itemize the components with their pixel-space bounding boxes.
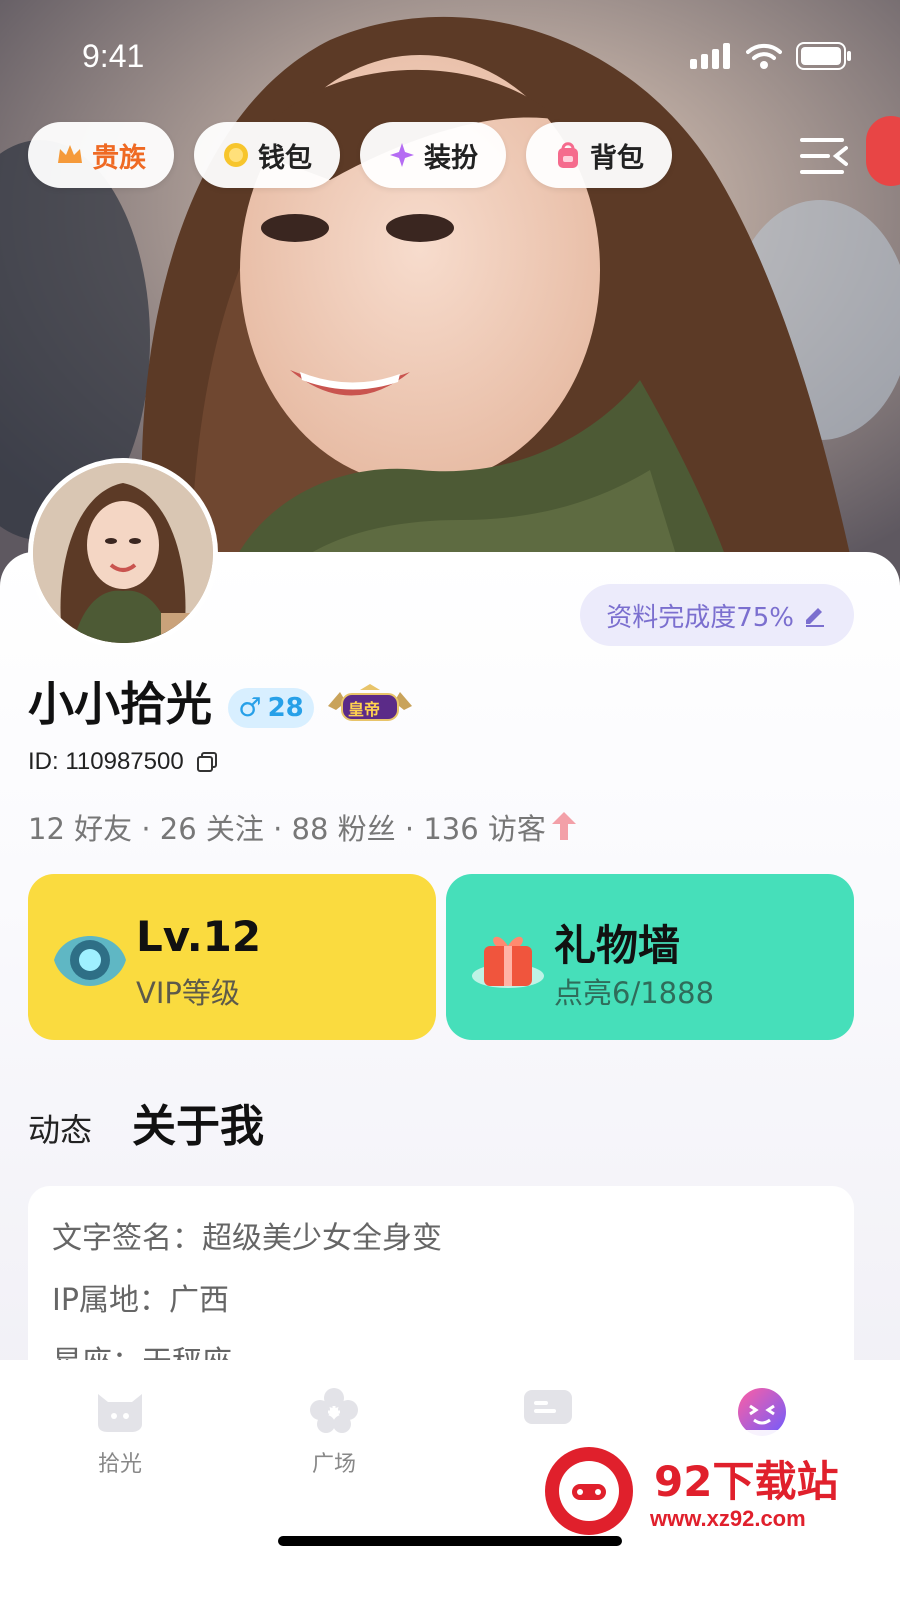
tab-about[interactable]: 关于我 xyxy=(132,1090,264,1154)
sparkle-icon xyxy=(390,143,414,167)
dressup-button[interactable]: 装扮 xyxy=(360,122,506,188)
status-time: 9:41 xyxy=(82,38,145,74)
signal-icon xyxy=(690,43,730,69)
flower-icon xyxy=(310,1388,358,1433)
status-icons xyxy=(690,42,852,70)
tabbar-item-shiguang[interactable]: 拾光 xyxy=(60,1386,180,1478)
social-stats[interactable]: 12 好友 · 26 关注 · 88 粉丝 · 136 访客 xyxy=(28,806,578,848)
social-stats-text: 12 好友 · 26 关注 · 88 粉丝 · 136 访客 xyxy=(28,812,546,846)
arrow-up-icon xyxy=(551,812,576,840)
tabbar-label-shiguang: 拾光 xyxy=(97,1452,142,1477)
vip-level-subtitle: VIP等级 xyxy=(136,976,240,1010)
gift-wall-card[interactable]: 礼物墙 点亮6/1888 xyxy=(446,874,854,1040)
gender-icon: ♂ xyxy=(238,693,262,723)
wallet-label: 钱包 xyxy=(258,142,312,174)
user-id: ID: 110987500 xyxy=(28,748,184,775)
about-signature: 文字签名：超级美少女全身变 xyxy=(52,1221,442,1256)
vip-level-title: Lv.12 xyxy=(136,912,262,961)
noble-label: 贵族 xyxy=(92,142,146,174)
watermark-url: www.xz92.com xyxy=(650,1506,806,1531)
avatar-illustration xyxy=(33,463,213,643)
backpack-icon xyxy=(558,142,578,168)
backpack-button[interactable]: 背包 xyxy=(526,122,672,188)
gift-wall-subtitle: 点亮6/1888 xyxy=(554,976,715,1010)
battery-icon xyxy=(796,42,851,70)
site-watermark: 92下载站 www.xz92.com xyxy=(512,1430,900,1550)
backpack-label: 背包 xyxy=(590,142,644,174)
coin-icon xyxy=(224,143,248,167)
top-shortcuts: 贵族 钱包 装扮 背包 xyxy=(28,122,672,188)
tabbar-item-message[interactable] xyxy=(488,1386,608,1434)
noble-button[interactable]: 贵族 xyxy=(28,122,174,188)
watermark-logo-icon xyxy=(545,1447,633,1535)
rank-badge[interactable]: 皇帝 xyxy=(326,684,414,728)
profile-completion-button[interactable]: 资料完成度75% xyxy=(580,584,854,646)
wallet-button[interactable]: 钱包 xyxy=(194,122,340,188)
gift-box-icon xyxy=(472,936,544,988)
profile-tabs: 动态 关于我 xyxy=(28,1090,264,1154)
menu-icon[interactable] xyxy=(800,136,848,176)
age-value: 28 xyxy=(267,693,304,723)
dressup-label: 装扮 xyxy=(424,142,478,174)
edit-icon xyxy=(806,608,824,627)
tab-feed[interactable]: 动态 xyxy=(28,1105,92,1151)
vip-emblem-icon xyxy=(54,936,126,986)
home-indicator xyxy=(278,1536,622,1546)
tabbar-item-square[interactable]: 广场 xyxy=(274,1386,394,1478)
user-name: 小小拾光 xyxy=(28,677,212,731)
watermark-name: 92下载站 xyxy=(654,1457,839,1506)
wifi-icon xyxy=(746,43,782,69)
user-id-row: ID: 110987500 xyxy=(28,748,218,776)
tabbar-label-square: 广场 xyxy=(311,1452,356,1477)
cat-icon xyxy=(98,1394,142,1432)
rank-badge-label: 皇帝 xyxy=(348,700,381,719)
about-ip-location: IP属地：广西 xyxy=(52,1283,229,1318)
copy-icon[interactable] xyxy=(196,751,218,773)
gender-age-badge: ♂ 28 xyxy=(228,688,314,728)
avatar[interactable] xyxy=(28,458,218,648)
vip-level-card[interactable]: Lv.12 VIP等级 xyxy=(28,874,436,1040)
message-icon xyxy=(524,1390,572,1424)
profile-completion-label: 资料完成度75% xyxy=(606,602,794,633)
side-float-button[interactable] xyxy=(866,116,900,186)
status-bar: 9:41 xyxy=(0,0,900,110)
crown-icon xyxy=(58,145,82,163)
gift-wall-title: 礼物墙 xyxy=(554,921,681,970)
